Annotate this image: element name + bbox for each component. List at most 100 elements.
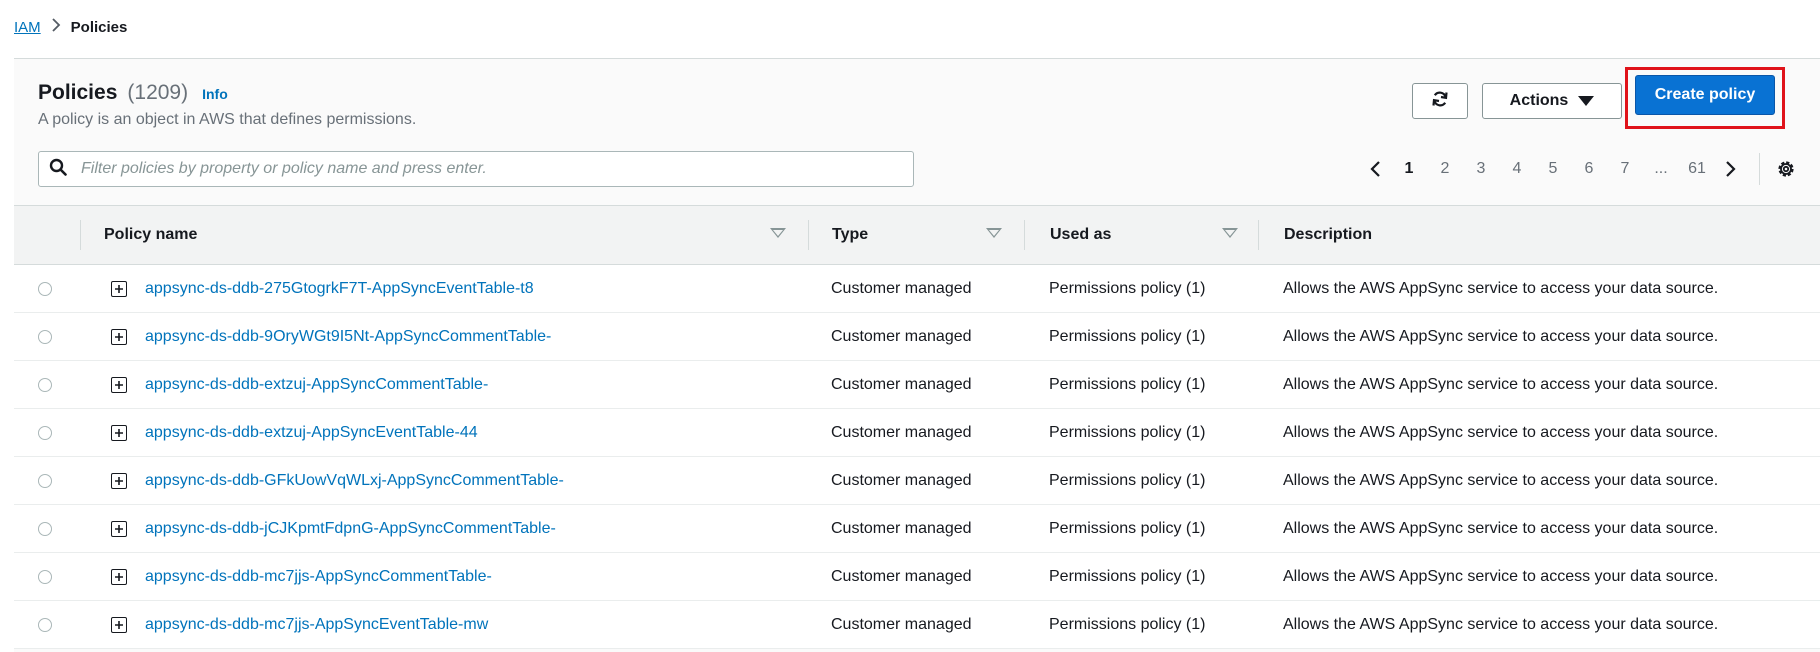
policy-name-link[interactable]: appsync-ds-ddb-mc7jjs-AppSyncEventTable-… [145, 601, 488, 649]
table-row[interactable]: appsync-ds-ddb-jCJKpmtFdpnG-AppSyncComme… [14, 505, 1820, 553]
policy-used-as: Permissions policy (1) [1049, 376, 1206, 393]
policy-description: Allows the AWS AppSync service to access… [1283, 520, 1719, 537]
table-row[interactable]: appsync-ds-ddb-GFkUowVqWLxj-AppSyncComme… [14, 457, 1820, 505]
table-header: Policy name Type Used as Description [14, 205, 1820, 265]
chevron-right-icon[interactable] [1715, 160, 1747, 178]
sort-down-icon[interactable] [770, 228, 786, 238]
row-radio[interactable] [38, 282, 52, 296]
policy-name-link[interactable]: appsync-ds-ddb-275GtogrkF7T-AppSyncEvent… [145, 265, 534, 313]
policy-name-link[interactable]: appsync-ds-ddb-extzuj-AppSyncCommentTabl… [145, 361, 488, 409]
policy-count: (1209) [127, 81, 189, 104]
policy-description: Allows the AWS AppSync service to access… [1283, 568, 1719, 585]
table-row[interactable]: appsync-ds-ddb-9OryWGt9I5Nt-AppSyncComme… [14, 313, 1820, 361]
actions-label: Actions [1509, 92, 1569, 109]
policy-used-as: Permissions policy (1) [1049, 472, 1206, 489]
policies-table: Policy name Type Used as Description app… [14, 205, 1820, 649]
row-radio[interactable] [38, 330, 52, 344]
policy-name-link[interactable]: appsync-ds-ddb-jCJKpmtFdpnG-AppSyncComme… [145, 505, 556, 553]
search-icon [49, 158, 67, 181]
pager-divider [1759, 153, 1760, 185]
column-separator [1258, 220, 1259, 250]
pagination: 1 2 3 4 5 6 7 ... 61 [1359, 153, 1796, 185]
title-row: Policies (1209) Info [38, 81, 228, 105]
page-last[interactable]: 61 [1679, 160, 1715, 178]
refresh-icon [1431, 90, 1449, 113]
chevron-left-icon[interactable] [1359, 160, 1391, 178]
policy-used-as: Permissions policy (1) [1049, 328, 1206, 345]
expand-plus-icon[interactable] [111, 329, 127, 345]
column-header-used-as[interactable]: Used as [1050, 206, 1111, 264]
column-header-description: Description [1284, 226, 1373, 243]
table-row[interactable]: appsync-ds-ddb-extzuj-AppSyncEventTable-… [14, 409, 1820, 457]
table-row[interactable]: appsync-ds-ddb-mc7jjs-AppSyncCommentTabl… [14, 553, 1820, 601]
page-ellipsis: ... [1654, 160, 1668, 177]
expand-plus-icon[interactable] [111, 281, 127, 297]
page-7[interactable]: 7 [1607, 160, 1643, 178]
row-radio[interactable] [38, 618, 52, 632]
policy-description: Allows the AWS AppSync service to access… [1283, 376, 1719, 393]
page-6[interactable]: 6 [1571, 160, 1607, 178]
policy-description: Allows the AWS AppSync service to access… [1283, 472, 1719, 489]
sort-down-icon[interactable] [1222, 228, 1238, 238]
expand-plus-icon[interactable] [111, 521, 127, 537]
policy-name-link[interactable]: appsync-ds-ddb-extzuj-AppSyncEventTable-… [145, 409, 478, 457]
breadcrumb: IAM Policies [14, 18, 127, 36]
expand-plus-icon[interactable] [111, 473, 127, 489]
column-separator [808, 220, 809, 250]
page-description: A policy is an object in AWS that define… [38, 111, 417, 128]
create-policy-button[interactable]: Create policy [1635, 75, 1775, 115]
row-radio[interactable] [38, 474, 52, 488]
policy-used-as: Permissions policy (1) [1049, 280, 1206, 297]
table-row[interactable]: appsync-ds-ddb-extzuj-AppSyncCommentTabl… [14, 361, 1820, 409]
chevron-right-icon [51, 18, 61, 36]
policy-type: Customer managed [831, 568, 972, 585]
row-radio[interactable] [38, 570, 52, 584]
policy-used-as: Permissions policy (1) [1049, 520, 1206, 537]
sort-down-icon[interactable] [986, 228, 1002, 238]
row-radio[interactable] [38, 378, 52, 392]
breadcrumb-current: Policies [70, 18, 128, 36]
expand-plus-icon[interactable] [111, 617, 127, 633]
policies-header: Policies (1209) Info A policy is an obje… [14, 59, 1820, 205]
table-row[interactable]: appsync-ds-ddb-275GtogrkF7T-AppSyncEvent… [14, 265, 1820, 313]
info-link[interactable]: Info [202, 86, 228, 102]
page-1[interactable]: 1 [1391, 160, 1427, 178]
policy-type: Customer managed [831, 616, 972, 633]
policy-name-link[interactable]: appsync-ds-ddb-9OryWGt9I5Nt-AppSyncComme… [145, 313, 551, 361]
gear-icon[interactable] [1776, 159, 1796, 179]
page-2[interactable]: 2 [1427, 160, 1463, 178]
search-input[interactable] [79, 159, 913, 179]
table-row[interactable]: appsync-ds-ddb-mc7jjs-AppSyncEventTable-… [14, 601, 1820, 649]
page-4[interactable]: 4 [1499, 160, 1535, 178]
breadcrumb-iam-link[interactable]: IAM [14, 19, 41, 36]
row-radio[interactable] [38, 522, 52, 536]
column-header-policy-name[interactable]: Policy name [104, 206, 197, 264]
policy-description: Allows the AWS AppSync service to access… [1283, 616, 1719, 633]
refresh-button[interactable] [1412, 83, 1468, 119]
column-separator [80, 220, 81, 250]
policy-type: Customer managed [831, 424, 972, 441]
search-box[interactable] [38, 151, 914, 187]
column-header-type[interactable]: Type [832, 206, 868, 264]
policy-type: Customer managed [831, 280, 972, 297]
policy-used-as: Permissions policy (1) [1049, 616, 1206, 633]
policy-name-link[interactable]: appsync-ds-ddb-mc7jjs-AppSyncCommentTabl… [145, 553, 492, 601]
expand-plus-icon[interactable] [111, 569, 127, 585]
policy-description: Allows the AWS AppSync service to access… [1283, 328, 1719, 345]
policy-description: Allows the AWS AppSync service to access… [1283, 280, 1719, 297]
expand-plus-icon[interactable] [111, 425, 127, 441]
policies-panel: Policies (1209) Info A policy is an obje… [14, 58, 1820, 652]
policy-used-as: Permissions policy (1) [1049, 424, 1206, 441]
policy-used-as: Permissions policy (1) [1049, 568, 1206, 585]
expand-plus-icon[interactable] [111, 377, 127, 393]
page-5[interactable]: 5 [1535, 160, 1571, 178]
page-3[interactable]: 3 [1463, 160, 1499, 178]
policy-name-link[interactable]: appsync-ds-ddb-GFkUowVqWLxj-AppSyncComme… [145, 457, 564, 505]
policy-type: Customer managed [831, 472, 972, 489]
policy-type: Customer managed [831, 328, 972, 345]
actions-button[interactable]: Actions [1482, 83, 1622, 119]
row-radio[interactable] [38, 426, 52, 440]
column-separator [1024, 220, 1025, 250]
policy-type: Customer managed [831, 376, 972, 393]
policy-description: Allows the AWS AppSync service to access… [1283, 424, 1719, 441]
